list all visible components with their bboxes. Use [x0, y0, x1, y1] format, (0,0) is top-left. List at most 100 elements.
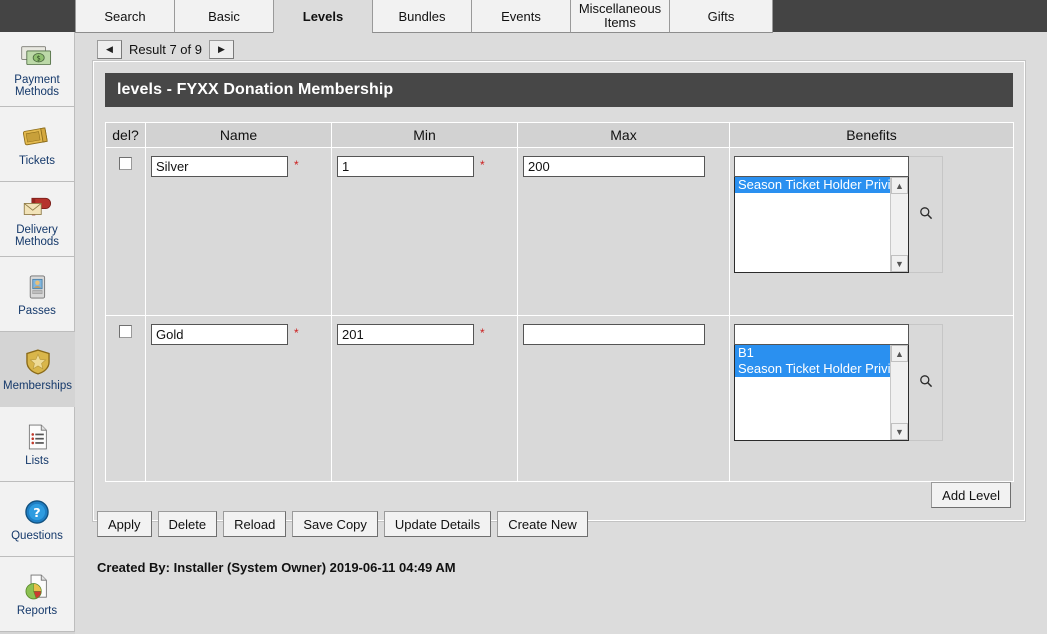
- tab-label: Levels: [302, 8, 344, 24]
- button-label: Save Copy: [303, 516, 367, 532]
- required-asterisk: *: [480, 158, 485, 172]
- sidebar-item-questions[interactable]: ? Questions: [0, 482, 75, 557]
- cell-name: *: [145, 146, 332, 317]
- delete-checkbox[interactable]: [119, 157, 132, 170]
- button-label: Delete: [168, 516, 207, 532]
- sidebar-item-label: Passes: [18, 304, 56, 317]
- tab-label: Miscellaneous Items: [578, 1, 662, 30]
- sidebar-item-reports[interactable]: Reports: [0, 557, 75, 632]
- min-input[interactable]: [337, 324, 474, 346]
- column-header-benefits: Benefits: [729, 122, 1014, 148]
- pager-next-button[interactable]: ▶: [209, 39, 234, 59]
- levels-panel: levels - FYXX Donation Membership del? N…: [92, 60, 1026, 522]
- tab-label: Bundles: [398, 8, 446, 24]
- scroll-down-icon[interactable]: ▼: [891, 423, 908, 441]
- table-header-row: del? Name Min Max Benefits: [105, 122, 1014, 148]
- cell-delete: [105, 315, 146, 482]
- cell-max: [517, 146, 730, 317]
- scroll-down-icon[interactable]: ▼: [891, 255, 908, 272]
- create-new-button[interactable]: Create New: [497, 511, 588, 537]
- tab-levels[interactable]: Levels: [273, 0, 373, 33]
- banknote-icon: $: [20, 41, 54, 71]
- column-header-min: Min: [331, 122, 518, 148]
- sidebar-item-label: Lists: [25, 454, 49, 467]
- pie-chart-document-icon: [20, 572, 54, 602]
- sidebar-item-lists[interactable]: Lists: [0, 407, 75, 482]
- application-window: Search Basic Levels Bundles Events Miscellane…: [0, 0, 1047, 634]
- sidebar-item-label: Delivery Methods: [14, 223, 60, 248]
- sidebar-item-label: Payment Methods: [14, 73, 60, 98]
- tab-search[interactable]: Search: [75, 0, 175, 33]
- shield-star-icon: [21, 347, 55, 377]
- apply-button[interactable]: Apply: [97, 511, 152, 537]
- svg-text:$: $: [37, 54, 41, 62]
- pager-prev-button[interactable]: ◀: [97, 39, 122, 59]
- sidebar-item-tickets[interactable]: Tickets: [0, 107, 75, 182]
- sidebar-item-label: Questions: [11, 529, 63, 542]
- benefits-search-input[interactable]: [734, 156, 909, 177]
- delete-button[interactable]: Delete: [157, 511, 218, 537]
- add-level-button[interactable]: Add Level: [931, 482, 1011, 508]
- update-details-button[interactable]: Update Details: [383, 511, 492, 537]
- benefit-option[interactable]: Season Ticket Holder Privilege: [735, 361, 891, 378]
- min-input[interactable]: [337, 156, 474, 177]
- cell-min: *: [331, 315, 518, 482]
- required-asterisk: *: [294, 158, 299, 172]
- delete-checkbox[interactable]: [119, 325, 132, 339]
- question-mark-icon: ?: [20, 497, 54, 527]
- tab-label: Search: [104, 8, 146, 24]
- scroll-up-icon[interactable]: ▲: [891, 177, 908, 194]
- benefit-option[interactable]: B1: [735, 345, 891, 362]
- max-input[interactable]: [523, 324, 705, 346]
- reload-button[interactable]: Reload: [223, 511, 287, 537]
- tab-label: Events: [501, 8, 541, 24]
- scroll-up-icon[interactable]: ▲: [891, 345, 908, 363]
- name-input[interactable]: [151, 324, 288, 346]
- tab-miscellaneous-items[interactable]: Miscellaneous Items: [570, 0, 670, 33]
- chevron-left-icon: ◀: [106, 43, 113, 54]
- cell-benefits: B1Season Ticket Holder Privilege▲▼: [729, 315, 1014, 482]
- save-copy-button[interactable]: Save Copy: [292, 511, 378, 537]
- column-header-del: del?: [105, 122, 146, 148]
- tab-events[interactable]: Events: [471, 0, 571, 33]
- sidebar-item-label: Tickets: [19, 154, 55, 167]
- cell-name: *: [145, 315, 332, 482]
- name-input[interactable]: [151, 156, 288, 177]
- cell-delete: [105, 146, 146, 317]
- benefits-scrollbar[interactable]: ▲ ▼: [890, 177, 908, 272]
- benefit-option[interactable]: Season Ticket Holder Privilege: [735, 177, 891, 193]
- button-label: Create New: [508, 516, 577, 532]
- tab-label: Gifts: [707, 8, 735, 24]
- result-pager: ◀ Result 7 of 9 ▶: [97, 38, 234, 60]
- main-content: ◀ Result 7 of 9 ▶ levels - FYXX Donation…: [75, 33, 1047, 634]
- pass-badge-icon: [20, 272, 54, 302]
- sidebar-item-passes[interactable]: Passes: [0, 257, 75, 332]
- max-input[interactable]: [523, 156, 705, 177]
- table-row: **B1Season Ticket Holder Privilege▲▼: [105, 315, 1014, 482]
- button-label: Reload: [234, 516, 276, 532]
- column-header-max: Max: [517, 122, 730, 148]
- benefits-search-button[interactable]: [909, 324, 943, 442]
- benefits-search-button[interactable]: [909, 156, 943, 273]
- sidebar-item-delivery-methods[interactable]: Delivery Methods: [0, 182, 75, 257]
- cell-benefits: Season Ticket Holder Privilege▲▼: [729, 146, 1014, 317]
- levels-table: del? Name Min Max Benefits * * Season Tick…: [105, 122, 1014, 482]
- tab-bar: Search Basic Levels Bundles Events Miscellane…: [75, 0, 773, 33]
- benefits-listbox[interactable]: Season Ticket Holder Privilege▲▼: [734, 177, 909, 273]
- benefits-scrollbar[interactable]: ▲ ▼: [890, 345, 908, 441]
- tab-bundles[interactable]: Bundles: [372, 0, 472, 33]
- sidebar-item-memberships[interactable]: Memberships: [0, 332, 75, 407]
- tab-basic[interactable]: Basic: [174, 0, 274, 33]
- button-label: Update Details: [394, 516, 481, 532]
- sidebar-item-payment-methods[interactable]: $ Payment Methods: [0, 32, 75, 107]
- svg-text:?: ?: [33, 506, 40, 521]
- list-document-icon: [20, 422, 54, 452]
- column-header-name: Name: [145, 122, 332, 148]
- search-icon: [919, 206, 933, 223]
- sidebar-item-label: Memberships: [2, 380, 73, 392]
- benefits-search-input[interactable]: [734, 324, 909, 346]
- tab-label: Basic: [208, 8, 240, 24]
- tab-gifts[interactable]: Gifts: [669, 0, 773, 33]
- sidebar-item-label: Reports: [16, 604, 58, 617]
- benefits-listbox[interactable]: B1Season Ticket Holder Privilege▲▼: [734, 345, 909, 442]
